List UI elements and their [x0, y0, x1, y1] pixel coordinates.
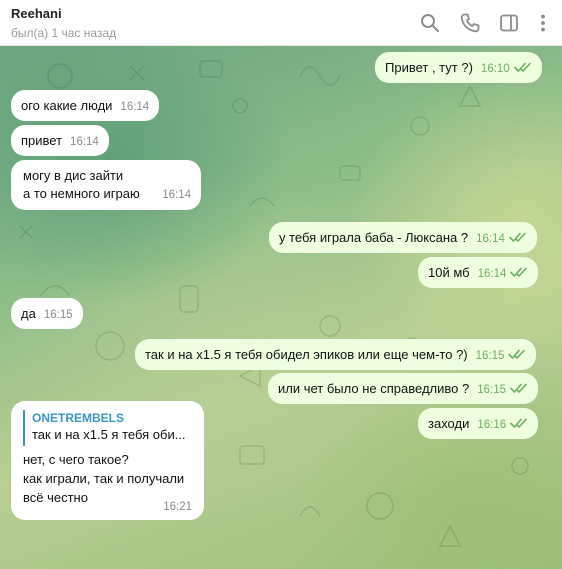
message-time: 16:14	[162, 189, 191, 201]
reply-quoted-text: так и на х1.5 я тебя оби...	[32, 427, 186, 442]
message-bubble-incoming-reply[interactable]: ONETREMBELS так и на х1.5 я тебя оби... …	[11, 401, 204, 520]
contact-name[interactable]: Reehani	[11, 6, 62, 21]
message-time: 16:21	[163, 501, 192, 513]
read-check-icon	[513, 62, 531, 72]
last-seen-status: был(а) 1 час назад	[11, 26, 117, 40]
message-time: 16:14	[120, 101, 150, 113]
more-vert-icon[interactable]	[531, 11, 555, 35]
read-check-icon	[510, 383, 527, 393]
message-text: у тебя играла баба - Люксана ?	[279, 230, 469, 245]
chat-header: Reehani был(а) 1 час назад	[0, 0, 562, 46]
message-text: привет	[21, 133, 63, 148]
message-bubble-incoming[interactable]: ого какие люди 16:14	[11, 90, 160, 121]
read-check-icon	[510, 267, 528, 277]
message-text: нет, с чего такое? как играли, так и пол…	[23, 450, 184, 507]
message-time: 16:16	[477, 419, 507, 431]
read-check-icon	[508, 349, 526, 359]
message-bubble-outgoing[interactable]: 10й мб 16:14	[418, 257, 539, 288]
message-time: 16:14	[476, 233, 505, 245]
message-text: да	[21, 306, 36, 321]
message-text: Привет , тут ?)	[385, 60, 473, 75]
message-line: как играли, так и получали	[23, 471, 185, 486]
message-text: или чет было не справедливо ?	[278, 381, 470, 396]
message-bubble-outgoing[interactable]: Привет , тут ?) 16:10	[375, 52, 542, 83]
message-bubble-outgoing[interactable]: или чет было не справедливо ? 16:15	[268, 373, 538, 404]
message-time: 16:14	[70, 136, 99, 148]
message-line: могу в дис зайти	[23, 168, 124, 183]
message-line: нет, с чего такое?	[23, 452, 129, 467]
read-check-icon	[510, 418, 527, 428]
message-bubble-outgoing[interactable]: у тебя играла баба - Люксана ? 16:14	[269, 222, 537, 253]
search-icon[interactable]	[418, 11, 442, 35]
reply-author: ONETREMBELS	[32, 411, 125, 425]
message-bubble-incoming[interactable]: привет 16:14	[11, 125, 109, 156]
message-time: 16:15	[475, 350, 505, 362]
message-bubble-outgoing[interactable]: заходи 16:16	[418, 408, 539, 439]
message-bubble-incoming[interactable]: да 16:15	[11, 298, 83, 329]
phone-icon[interactable]	[458, 11, 482, 35]
message-text: заходи	[428, 416, 470, 431]
message-line: всё честно	[23, 490, 88, 505]
message-bubble-outgoing[interactable]: так и на х1.5 я тебя обидел эпиков или е…	[135, 339, 537, 370]
message-time: 16:14	[477, 268, 507, 280]
sidebar-toggle-icon[interactable]	[497, 11, 521, 35]
message-time: 16:15	[477, 384, 506, 396]
reply-quote[interactable]: ONETREMBELS так и на х1.5 я тебя оби...	[23, 410, 193, 446]
message-text: 10й мб	[428, 265, 470, 280]
message-text: ого какие люди	[21, 98, 113, 113]
read-check-icon	[509, 232, 526, 242]
message-time: 16:15	[43, 309, 73, 321]
message-time: 16:10	[480, 63, 510, 75]
message-text: так и на х1.5 я тебя обидел эпиков или е…	[145, 347, 468, 362]
message-bubble-incoming[interactable]: могу в дис зайти а то немного играю 16:1…	[11, 160, 201, 210]
